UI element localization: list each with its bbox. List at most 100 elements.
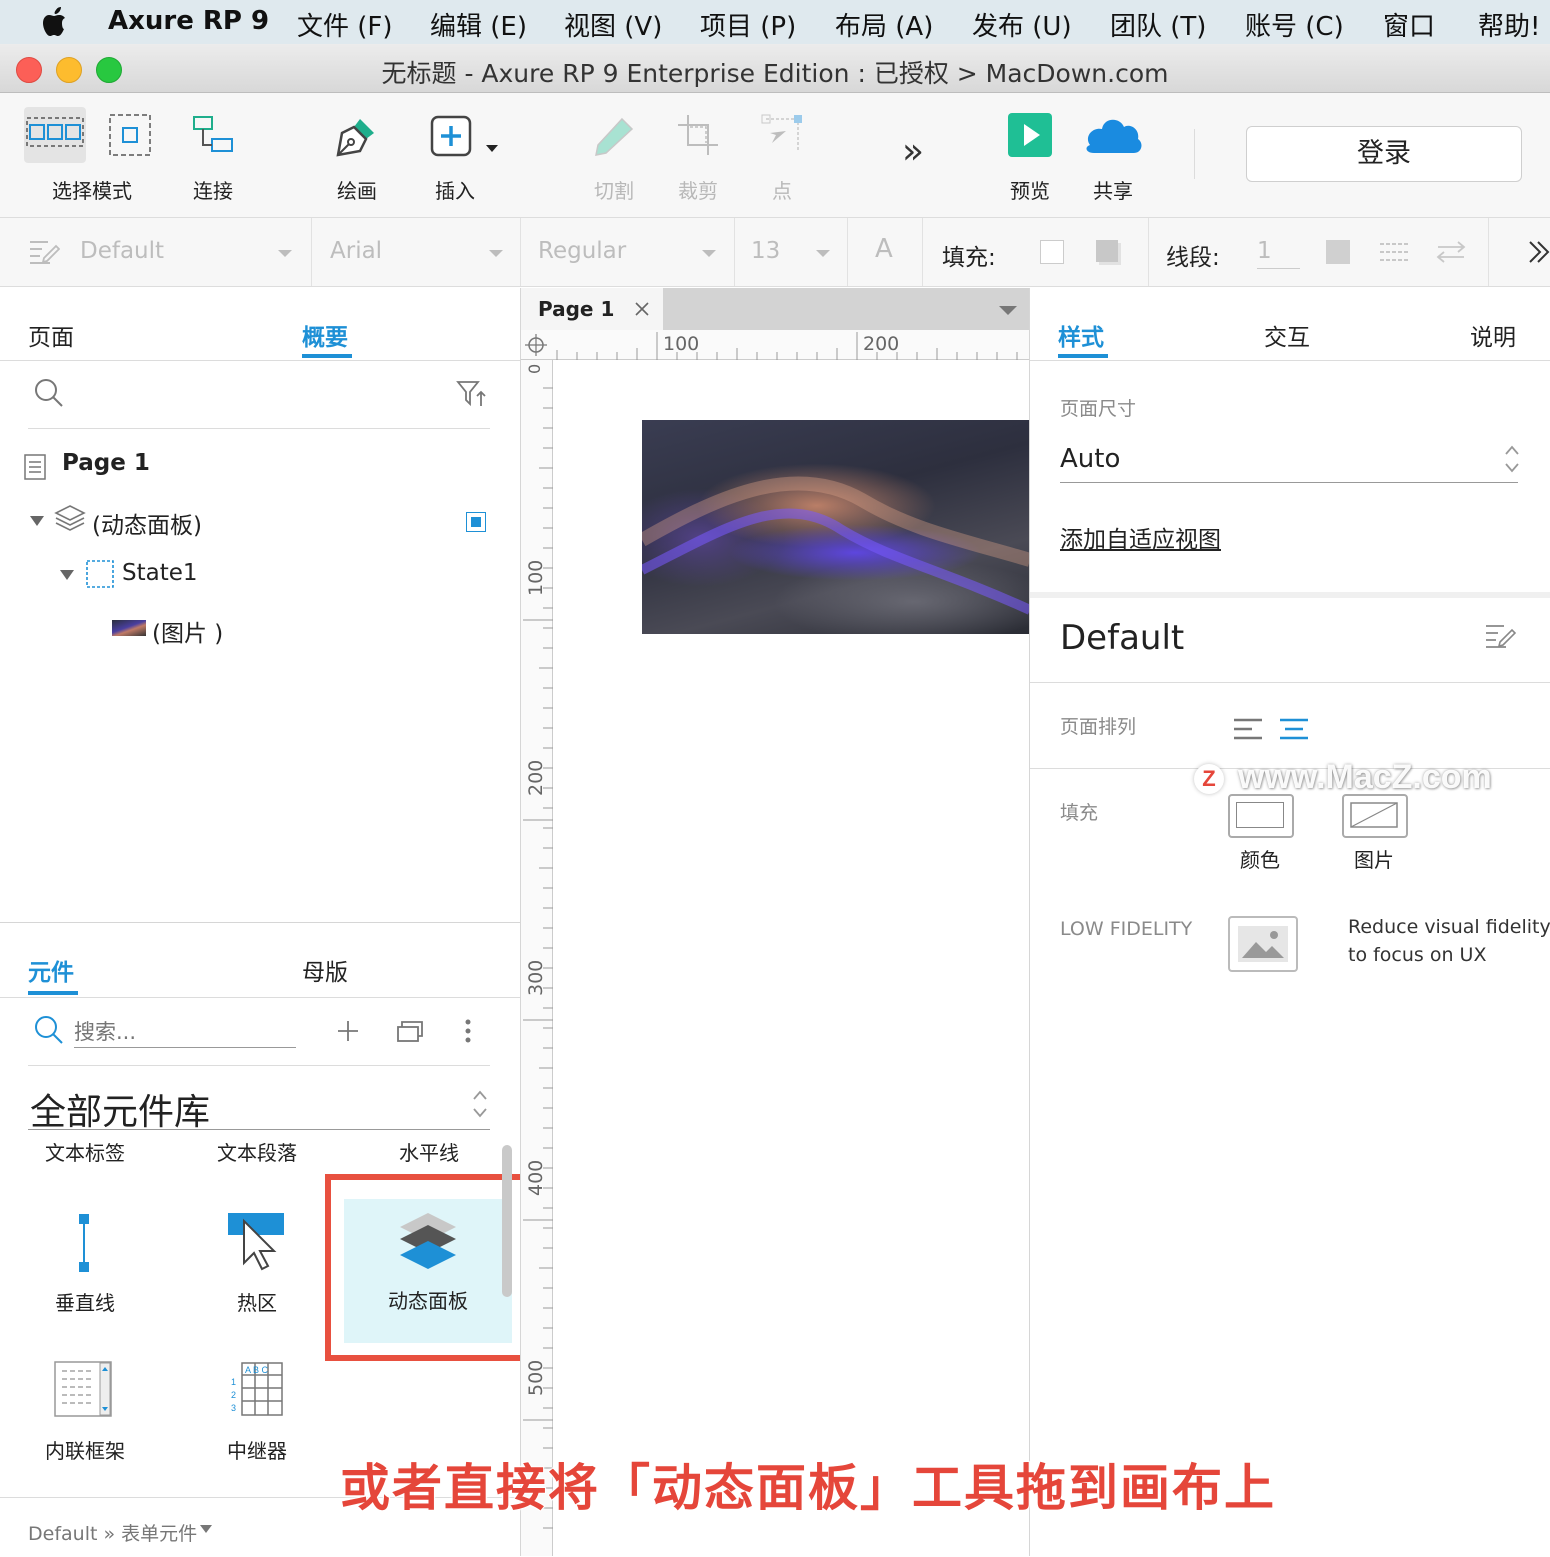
formatbar-overflow-icon[interactable] (1528, 240, 1550, 264)
canvas-image[interactable] (642, 420, 1030, 634)
menu-help[interactable]: 帮助! (1478, 6, 1540, 43)
widget-vertical-line[interactable]: 垂直线 (30, 1203, 140, 1315)
apple-icon[interactable] (42, 6, 70, 38)
point-button[interactable] (760, 113, 806, 159)
library-footer-breadcrumb[interactable]: Default » 表单元件 (28, 1519, 197, 1546)
login-button[interactable]: 登录 (1246, 126, 1522, 182)
more-options-icon[interactable] (462, 1017, 474, 1047)
library-select[interactable]: 全部元件库 (28, 1079, 490, 1133)
tab-style[interactable]: 样式 (1058, 318, 1104, 352)
menu-file[interactable]: 文件 (F) (297, 6, 393, 43)
menu-window[interactable]: 窗口 (1383, 6, 1435, 43)
tree-item-state[interactable]: State1 (54, 558, 494, 594)
divider (847, 218, 848, 286)
tab-libraries[interactable]: 元件 (28, 953, 74, 987)
tab-interactions[interactable]: 交互 (1264, 318, 1310, 352)
hotspot-icon (228, 1213, 284, 1271)
library-select-value: 全部元件库 (30, 1092, 211, 1133)
widget-paragraph[interactable]: 文本段落 (217, 1137, 297, 1166)
menu-edit[interactable]: 编辑 (E) (430, 6, 527, 43)
menu-publish[interactable]: 发布 (U) (972, 6, 1072, 43)
font-size-select[interactable]: 13 (751, 238, 780, 264)
add-library-icon[interactable] (336, 1019, 360, 1043)
edit-style-icon[interactable] (1484, 622, 1516, 650)
page-tab[interactable]: Page 1 (521, 288, 663, 330)
tree-item-page[interactable]: Page 1 (24, 448, 494, 484)
widget-repeater[interactable]: A B C 1 2 3 中继器 (200, 1353, 310, 1463)
preview-button[interactable] (1008, 113, 1052, 157)
low-fidelity-label: LOW FIDELITY (1060, 918, 1193, 940)
add-adaptive-view-link[interactable]: 添加自适应视图 (1060, 520, 1221, 554)
panel-visibility-toggle[interactable] (466, 512, 486, 532)
library-window-icon[interactable] (396, 1019, 424, 1043)
widget-label: 垂直线 (55, 1291, 115, 1315)
menu-view[interactable]: 视图 (V) (564, 6, 662, 43)
state-icon (86, 560, 114, 588)
ruler-v-0: 0 (525, 363, 544, 374)
expand-triangle-icon[interactable] (60, 570, 74, 580)
divider (1488, 218, 1489, 286)
arrow-style-icon[interactable] (1436, 240, 1466, 264)
select-contain-button[interactable] (106, 107, 154, 163)
tab-masters[interactable]: 母版 (302, 953, 348, 987)
library-scrollbar[interactable] (502, 1145, 512, 1297)
line-pattern-icon[interactable] (1380, 240, 1410, 264)
draw-button[interactable] (332, 113, 380, 161)
style-select[interactable]: Default (80, 238, 164, 264)
close-icon[interactable] (635, 302, 649, 316)
menu-team[interactable]: 团队 (T) (1110, 6, 1206, 43)
cut-button[interactable] (592, 115, 636, 159)
select-intersect-button[interactable] (24, 107, 86, 163)
main-toolbar: 选择模式 连接 绘画 插入 切割 裁剪 点 » 预览 共享 登录 (0, 93, 1550, 218)
tree-item-image[interactable]: (图片 ) (112, 614, 492, 650)
font-color-button[interactable]: A (875, 234, 893, 264)
canvas-area: Page 1 100 200 0 100 200 300 400 500 (521, 288, 1030, 1556)
crop-button[interactable] (676, 113, 720, 157)
menu-project[interactable]: 项目 (P) (700, 6, 796, 43)
line-label: 线段: (1166, 245, 1220, 271)
widget-inline-frame[interactable]: 内联框架 (30, 1353, 140, 1463)
widget-hotspot[interactable]: 热区 (200, 1203, 310, 1315)
insert-button[interactable] (430, 115, 502, 159)
menu-layout[interactable]: 布局 (A) (835, 6, 933, 43)
chevron-down-icon[interactable] (999, 306, 1017, 316)
expand-triangle-icon[interactable] (30, 516, 44, 526)
widget-text-label[interactable]: 文本标签 (45, 1137, 125, 1166)
horizontal-ruler (521, 330, 1029, 360)
fill-color-swatch[interactable] (1040, 240, 1064, 264)
align-left-icon[interactable] (1234, 718, 1262, 740)
chevron-down-icon[interactable] (200, 1525, 212, 1535)
font-family-select[interactable]: Arial (330, 238, 382, 264)
fill-label: 填充: (942, 245, 996, 271)
line-color-swatch[interactable] (1326, 240, 1350, 264)
tab-pages[interactable]: 页面 (28, 318, 74, 352)
menu-account[interactable]: 账号 (C) (1245, 6, 1344, 43)
search-icon[interactable] (34, 378, 64, 408)
page-tab-label: Page 1 (538, 297, 615, 321)
toolbar-overflow-button[interactable]: » (902, 131, 924, 172)
tree-item-dynamic-panel[interactable]: (动态面板) (24, 502, 494, 542)
filter-icon[interactable] (456, 380, 486, 408)
align-center-icon[interactable] (1280, 718, 1308, 740)
connect-label: 连接 (193, 179, 233, 203)
line-width-input[interactable]: 1 (1257, 238, 1272, 264)
connect-button[interactable] (190, 113, 236, 159)
tab-notes[interactable]: 说明 (1470, 318, 1516, 352)
select-mode-group[interactable] (24, 107, 154, 163)
fill-label: 填充 (1060, 802, 1099, 824)
style-edit-icon[interactable] (28, 238, 60, 266)
tab-outline[interactable]: 概要 (302, 318, 348, 352)
page-size-value: Auto (1060, 444, 1121, 474)
fill-shadow-button[interactable] (1096, 240, 1118, 262)
fill-color-button[interactable] (1228, 794, 1294, 838)
widget-horizontal-line[interactable]: 水平线 (399, 1137, 459, 1166)
share-label: 共享 (1093, 179, 1133, 203)
fill-image-button[interactable] (1342, 794, 1408, 838)
page-size-select[interactable]: Auto (1060, 440, 1519, 483)
crop-label: 裁剪 (678, 179, 718, 203)
app-name-menu[interactable]: Axure RP 9 (108, 6, 269, 36)
low-fidelity-toggle[interactable] (1228, 916, 1298, 972)
library-search-input[interactable] (74, 1017, 296, 1048)
share-button[interactable] (1080, 113, 1146, 157)
font-weight-select[interactable]: Regular (538, 238, 626, 264)
